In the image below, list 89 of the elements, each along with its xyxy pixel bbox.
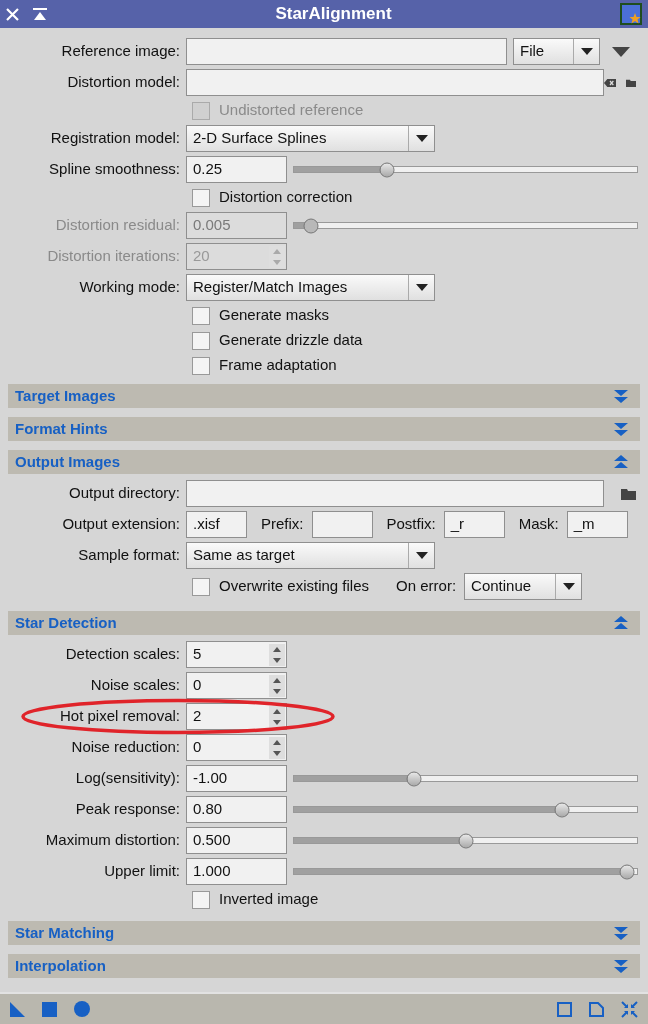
text-field[interactable]: 1.000 bbox=[186, 858, 287, 885]
path-field[interactable] bbox=[186, 69, 604, 96]
checkbox-label: Generate drizzle data bbox=[219, 330, 363, 351]
caret-down-icon bbox=[415, 284, 428, 291]
document-icon[interactable] bbox=[589, 1001, 604, 1017]
slider-thumb[interactable] bbox=[619, 864, 635, 879]
dropdown[interactable]: Same as target bbox=[186, 542, 435, 569]
spin-arrows-icon[interactable] bbox=[269, 704, 285, 729]
text-field[interactable] bbox=[311, 511, 373, 538]
spin-arrows-icon[interactable] bbox=[269, 735, 285, 760]
field-label: Distortion model: bbox=[67, 72, 180, 93]
spin-box[interactable]: 0 bbox=[186, 672, 287, 699]
checkbox-label: Distortion correction bbox=[219, 187, 353, 208]
collapse-icon[interactable] bbox=[614, 455, 628, 469]
dropdown[interactable]: Continue bbox=[464, 573, 583, 600]
spin-box[interactable]: 5 bbox=[186, 641, 287, 668]
text-field[interactable]: 0.500 bbox=[186, 827, 287, 854]
path-field[interactable] bbox=[186, 480, 604, 507]
field-label: Distortion residual: bbox=[55, 215, 180, 236]
dropdown[interactable]: File bbox=[513, 38, 600, 65]
text-field[interactable]: 0.25 bbox=[186, 156, 287, 183]
checkbox[interactable] bbox=[192, 890, 210, 909]
text-field[interactable]: .xisf bbox=[186, 511, 247, 538]
field-label: Spline smoothness: bbox=[49, 159, 180, 180]
caret-down-icon bbox=[415, 552, 428, 559]
text-field[interactable]: _m bbox=[566, 511, 628, 538]
field-label: Hot pixel removal: bbox=[59, 706, 180, 727]
checkbox[interactable] bbox=[192, 331, 210, 350]
field-label: Maximum distortion: bbox=[45, 830, 180, 851]
caret-down-icon bbox=[580, 48, 593, 55]
checkbox-label: Overwrite existing files bbox=[219, 576, 370, 597]
field-label: Noise reduction: bbox=[71, 737, 180, 758]
field-label: Mask: bbox=[518, 514, 559, 535]
circle-icon[interactable] bbox=[74, 1001, 90, 1017]
file-path-field[interactable] bbox=[186, 38, 507, 65]
expand-icon[interactable] bbox=[614, 959, 628, 973]
field-label: Distortion iterations: bbox=[47, 246, 180, 267]
caret-down-icon bbox=[562, 583, 575, 590]
compress-icon[interactable] bbox=[621, 1000, 638, 1018]
field-label: Output directory: bbox=[69, 483, 180, 504]
field-label: Reference image: bbox=[61, 41, 180, 62]
field-label: Upper limit: bbox=[104, 861, 180, 882]
app-logo-icon bbox=[620, 3, 642, 25]
expand-icon[interactable] bbox=[614, 422, 628, 436]
spin-box[interactable]: 2 bbox=[186, 703, 287, 730]
window-title: StarAlignment bbox=[274, 3, 393, 26]
field-label: Detection scales: bbox=[65, 644, 180, 665]
field-label: Sample format: bbox=[78, 545, 180, 566]
checkbox-label: Undistorted reference bbox=[219, 100, 364, 121]
checkbox[interactable] bbox=[192, 188, 210, 207]
text-field[interactable]: -1.00 bbox=[186, 765, 287, 792]
triangle-icon[interactable] bbox=[10, 1001, 25, 1017]
slider-thumb[interactable] bbox=[554, 802, 570, 817]
spin-arrows-icon[interactable] bbox=[269, 642, 285, 667]
text-field[interactable]: _r bbox=[443, 511, 505, 538]
expand-icon[interactable] bbox=[614, 926, 628, 940]
checkbox-label: Frame adaptation bbox=[219, 355, 337, 376]
slider-thumb[interactable] bbox=[406, 771, 422, 786]
checkbox[interactable] bbox=[192, 306, 210, 325]
field-label: Output extension: bbox=[62, 514, 180, 535]
field-label: Registration model: bbox=[50, 128, 180, 149]
spin-box[interactable]: 0 bbox=[186, 734, 287, 761]
field-label: On error: bbox=[396, 576, 457, 597]
shade-icon[interactable] bbox=[33, 8, 47, 20]
spin-arrows-icon[interactable] bbox=[269, 673, 285, 698]
field-label: Log(sensitivity): bbox=[75, 768, 180, 789]
slider-thumb[interactable] bbox=[379, 162, 395, 177]
square-icon[interactable] bbox=[42, 1001, 57, 1017]
folder-icon[interactable] bbox=[621, 487, 636, 500]
field-label: Postfix: bbox=[386, 514, 436, 535]
checkbox-label: Inverted image bbox=[219, 889, 319, 910]
checkbox[interactable] bbox=[192, 577, 210, 596]
square-outline-icon[interactable] bbox=[557, 1001, 572, 1017]
collapse-icon[interactable] bbox=[614, 616, 628, 630]
dropdown[interactable]: Register/Match Images bbox=[186, 274, 435, 301]
dropdown[interactable]: 2-D Surface Splines bbox=[186, 125, 435, 152]
close-icon[interactable] bbox=[6, 7, 19, 21]
slider-thumb[interactable] bbox=[458, 833, 473, 848]
expand-icon[interactable] bbox=[614, 389, 628, 403]
field-label: Prefix: bbox=[261, 514, 304, 535]
field-label: Noise scales: bbox=[90, 675, 180, 696]
caret-down-icon bbox=[415, 135, 428, 142]
field-label: Peak response: bbox=[75, 799, 180, 820]
caret-down-icon[interactable] bbox=[612, 46, 630, 57]
clear-icon[interactable] bbox=[604, 76, 616, 89]
checkbox-label: Generate masks bbox=[219, 305, 330, 326]
field-label: Working mode: bbox=[79, 277, 180, 298]
checkbox[interactable] bbox=[192, 356, 210, 375]
text-field[interactable]: 0.80 bbox=[186, 796, 287, 823]
